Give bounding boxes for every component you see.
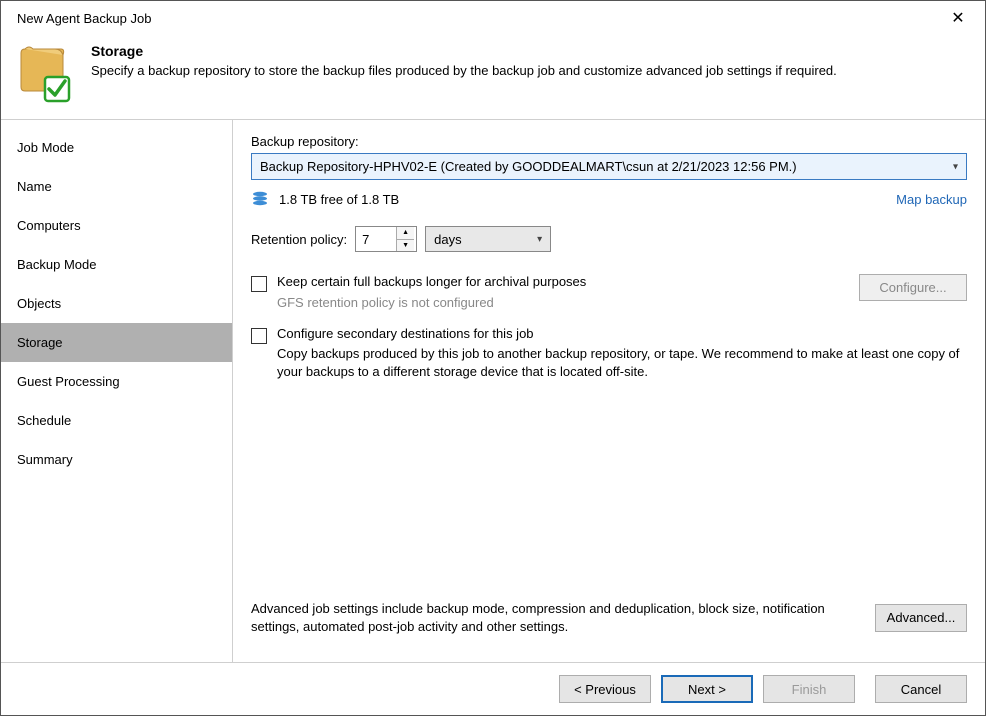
window-title: New Agent Backup Job xyxy=(17,11,941,26)
retention-value-spinner[interactable]: ▲ ▼ xyxy=(355,226,417,252)
gfs-row: Keep certain full backups longer for arc… xyxy=(251,274,967,310)
sidebar-item-computers[interactable]: Computers xyxy=(1,206,232,245)
sidebar-item-schedule[interactable]: Schedule xyxy=(1,401,232,440)
gfs-checkbox[interactable] xyxy=(251,276,267,292)
wizard-body: Job Mode Name Computers Backup Mode Obje… xyxy=(1,119,985,662)
close-button[interactable]: ✕ xyxy=(941,4,975,32)
secondary-body: Configure secondary destinations for thi… xyxy=(277,326,967,381)
sidebar-item-job-mode[interactable]: Job Mode xyxy=(1,128,232,167)
page-description: Specify a backup repository to store the… xyxy=(91,63,837,78)
spinner-buttons: ▲ ▼ xyxy=(396,227,414,251)
sidebar-item-guest-processing[interactable]: Guest Processing xyxy=(1,362,232,401)
retention-unit-value: days xyxy=(434,232,461,247)
sidebar-item-storage[interactable]: Storage xyxy=(1,323,232,362)
repo-info-row: 1.8 TB free of 1.8 TB Map backup xyxy=(251,190,967,208)
retention-row: Retention policy: ▲ ▼ days ▾ xyxy=(251,226,967,252)
gfs-status-text: GFS retention policy is not configured xyxy=(277,295,849,310)
page-title: Storage xyxy=(91,43,837,59)
next-button[interactable]: Next > xyxy=(661,675,753,703)
backup-repository-dropdown[interactable]: Backup Repository-HPHV02-E (Created by G… xyxy=(251,153,967,180)
advanced-button[interactable]: Advanced... xyxy=(875,604,967,632)
gfs-body: Keep certain full backups longer for arc… xyxy=(277,274,849,310)
secondary-checkbox-label: Configure secondary destinations for thi… xyxy=(277,326,967,341)
dialog-window: New Agent Backup Job ✕ Storage Specify a… xyxy=(0,0,986,716)
secondary-description: Copy backups produced by this job to ano… xyxy=(277,345,967,381)
map-backup-link[interactable]: Map backup xyxy=(896,192,967,207)
gfs-checkbox-label: Keep certain full backups longer for arc… xyxy=(277,274,849,289)
advanced-block: Advanced job settings include backup mod… xyxy=(251,600,967,650)
retention-unit-dropdown[interactable]: days ▾ xyxy=(425,226,551,252)
content-pane: Backup repository: Backup Repository-HPH… xyxy=(233,120,985,662)
chevron-down-icon: ▾ xyxy=(537,234,542,245)
previous-button[interactable]: < Previous xyxy=(559,675,651,703)
repo-selected-value: Backup Repository-HPHV02-E (Created by G… xyxy=(260,159,797,174)
spin-up-button[interactable]: ▲ xyxy=(397,227,414,240)
secondary-row: Configure secondary destinations for thi… xyxy=(251,326,967,381)
gfs-configure-button: Configure... xyxy=(859,274,967,301)
wizard-header: Storage Specify a backup repository to s… xyxy=(1,35,985,119)
close-icon: ✕ xyxy=(951,8,964,28)
retention-value-input[interactable] xyxy=(356,227,396,251)
sidebar-item-name[interactable]: Name xyxy=(1,167,232,206)
sidebar-item-summary[interactable]: Summary xyxy=(1,440,232,479)
sidebar-item-objects[interactable]: Objects xyxy=(1,284,232,323)
header-text: Storage Specify a backup repository to s… xyxy=(91,43,837,78)
sidebar-item-backup-mode[interactable]: Backup Mode xyxy=(1,245,232,284)
spin-down-button[interactable]: ▼ xyxy=(397,240,414,252)
free-space-text: 1.8 TB free of 1.8 TB xyxy=(279,192,399,207)
database-stack-icon xyxy=(251,190,269,208)
wizard-steps-sidebar: Job Mode Name Computers Backup Mode Obje… xyxy=(1,120,233,662)
repo-label: Backup repository: xyxy=(251,134,967,149)
advanced-description: Advanced job settings include backup mod… xyxy=(251,600,859,636)
finish-button: Finish xyxy=(763,675,855,703)
secondary-destinations-checkbox[interactable] xyxy=(251,328,267,344)
titlebar: New Agent Backup Job ✕ xyxy=(1,1,985,35)
retention-label: Retention policy: xyxy=(251,232,347,247)
cancel-button[interactable]: Cancel xyxy=(875,675,967,703)
wizard-footer: < Previous Next > Finish Cancel xyxy=(1,662,985,715)
chevron-down-icon: ▾ xyxy=(953,161,958,172)
storage-wizard-icon xyxy=(19,43,73,103)
